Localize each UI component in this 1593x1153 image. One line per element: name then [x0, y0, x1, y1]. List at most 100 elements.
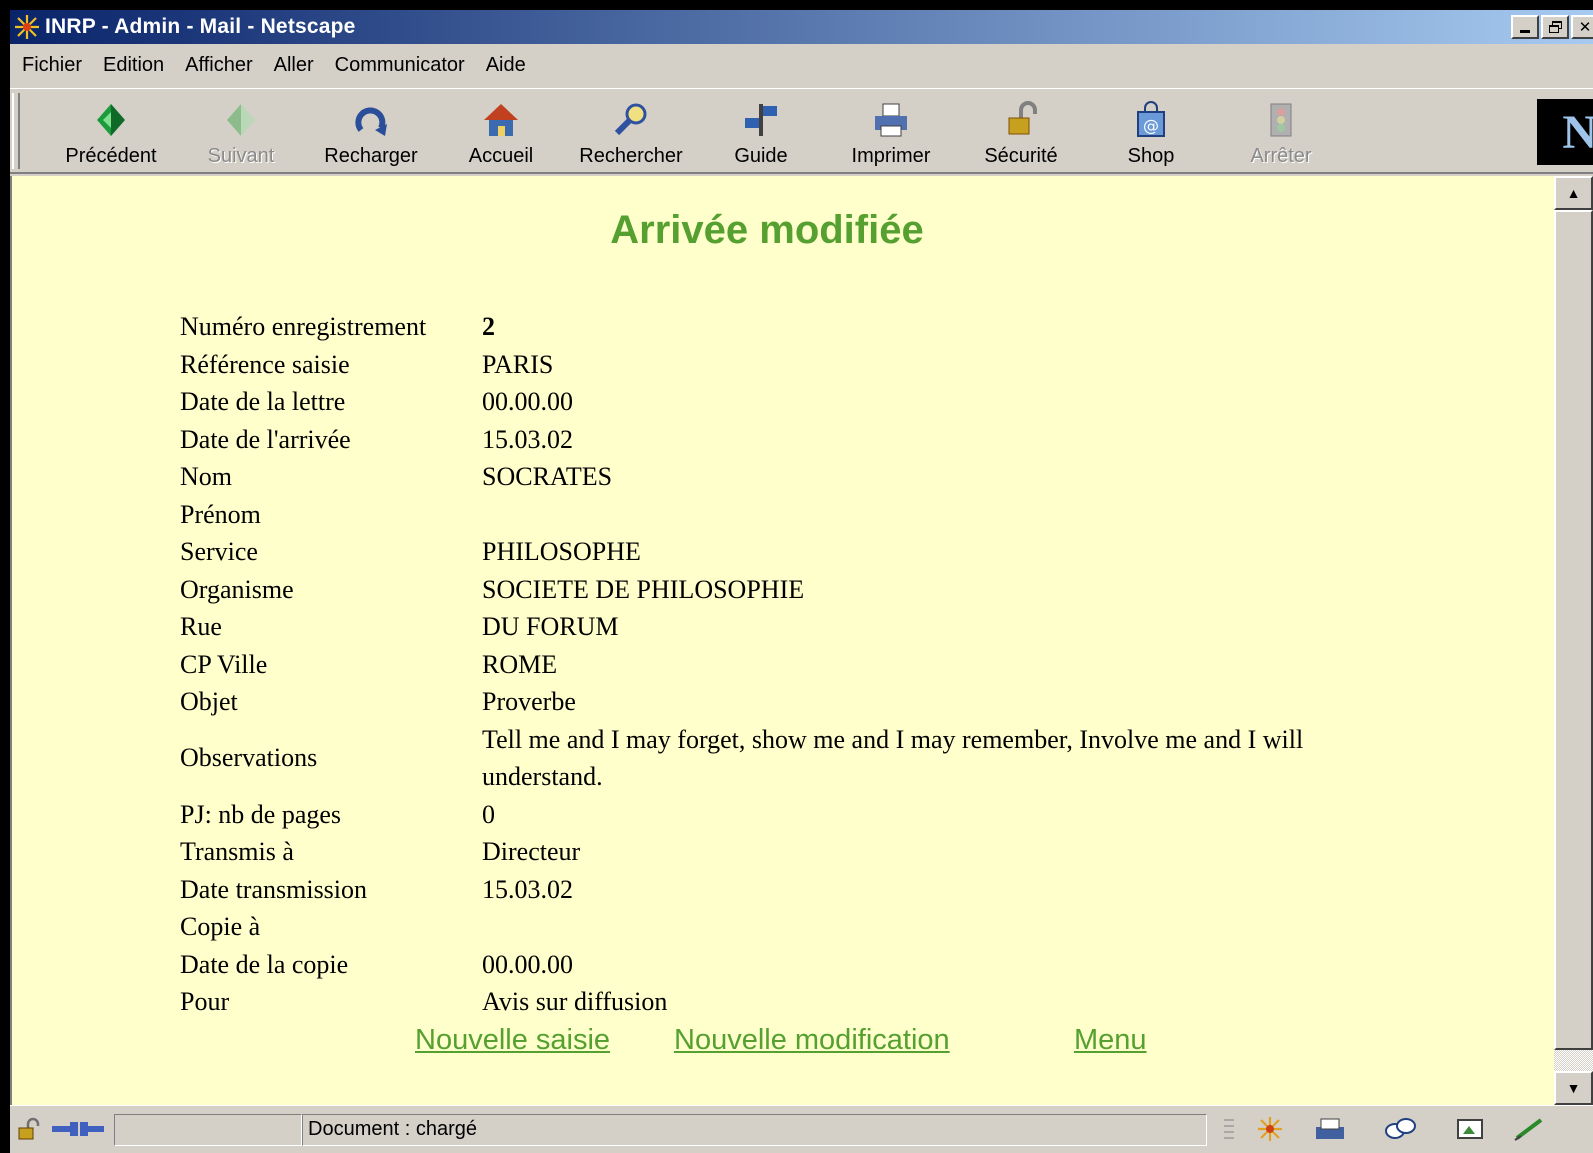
scroll-down-button[interactable]: ▼ — [1554, 1071, 1593, 1105]
new-entry-link[interactable]: Nouvelle saisie — [415, 1024, 610, 1057]
security-lock-icon — [1000, 99, 1042, 141]
field-label: Observations — [180, 743, 318, 773]
guide-button[interactable]: Guide — [696, 99, 826, 171]
field-label: Référence saisie — [180, 349, 350, 379]
home-button[interactable]: Accueil — [436, 99, 566, 171]
field-value: DU FORUM — [482, 612, 619, 641]
field-value: Tell me and I may forget, show me and I … — [482, 724, 1304, 792]
security-button[interactable]: Sécurité — [956, 99, 1086, 171]
table-row: Rue DU FORUM — [180, 608, 1380, 646]
close-button[interactable]: ✕ — [1571, 15, 1593, 39]
field-value: SOCIETE DE PHILOSOPHIE — [482, 574, 805, 604]
table-row: Transmis à Directeur — [180, 833, 1380, 871]
menu-edition[interactable]: Edition — [94, 54, 176, 77]
scroll-down-icon: ▼ — [1566, 1080, 1581, 1096]
mailbox-component-icon[interactable] — [1310, 1114, 1350, 1144]
pen-edit-icon[interactable] — [1510, 1114, 1550, 1144]
scroll-thumb[interactable] — [1554, 210, 1593, 1050]
new-modification-link[interactable]: Nouvelle modification — [674, 1024, 950, 1057]
table-row: Date transmission 15.03.02 — [180, 871, 1380, 909]
field-label: Nom — [180, 462, 232, 491]
minimize-icon — [1520, 29, 1530, 33]
print-button[interactable]: Imprimer — [826, 99, 956, 171]
shop-bag-icon: @ — [1130, 99, 1172, 141]
composer-component-icon[interactable] — [1450, 1114, 1490, 1144]
table-row: Observations Tell me and I may forget, sh… — [180, 721, 1380, 796]
table-row: Numéro enregistrement 2 — [180, 308, 1380, 346]
back-button[interactable]: Précédent — [46, 99, 176, 171]
field-label: Transmis à — [180, 837, 294, 866]
guide-icon — [740, 99, 782, 141]
field-label: Date de l'arrivée — [180, 424, 351, 454]
field-value: 15.03.02 — [482, 874, 573, 904]
field-label: Objet — [180, 687, 238, 716]
svg-text:@: @ — [1143, 116, 1159, 135]
window-title: INRP - Admin - Mail - Netscape — [45, 15, 356, 38]
reload-button[interactable]: Recharger — [306, 99, 436, 171]
stop-icon — [1260, 99, 1302, 141]
field-value: Avis sur diffusion — [482, 987, 668, 1016]
field-label: Rue — [180, 612, 222, 641]
field-label: PJ: nb de pages — [180, 799, 342, 829]
menu-aller[interactable]: Aller — [265, 54, 326, 77]
scroll-up-button[interactable]: ▲ — [1554, 176, 1593, 210]
netscape-app-icon — [13, 13, 41, 41]
menu-fichier[interactable]: Fichier — [13, 54, 94, 77]
discussion-groups-icon[interactable] — [1380, 1114, 1420, 1144]
table-row: Service PHILOSOPHE — [180, 533, 1380, 571]
page-title: Arrivée modifiée — [610, 208, 924, 252]
record-table: Numéro enregistrement 2 Référence saisie P… — [180, 308, 1380, 1021]
menu-afficher[interactable]: Afficher — [176, 54, 264, 77]
status-text: Document : chargé — [308, 1117, 477, 1140]
field-value: 00.00.00 — [482, 387, 573, 416]
field-label: CP Ville — [180, 649, 268, 679]
resize-grip-icon — [1216, 1114, 1242, 1144]
search-icon — [610, 99, 652, 141]
menu-communicator[interactable]: Communicator — [326, 54, 477, 77]
shop-button[interactable]: @ Shop — [1086, 99, 1216, 171]
toolbar-grip-handle[interactable] — [12, 93, 20, 169]
table-row: Nom SOCRATES — [180, 458, 1380, 496]
field-label: Prénom — [180, 499, 261, 529]
table-row: Objet Proverbe — [180, 683, 1380, 721]
field-label: Date de la copie — [180, 949, 349, 979]
scroll-up-icon: ▲ — [1566, 185, 1581, 201]
restore-button[interactable] — [1541, 15, 1569, 39]
field-label: Numéro enregistrement — [180, 312, 427, 341]
search-button[interactable]: Rechercher — [566, 99, 696, 171]
forward-button[interactable]: Suivant — [176, 99, 306, 171]
navigator-component-icon[interactable] — [1250, 1114, 1290, 1144]
reload-icon — [350, 99, 392, 141]
field-value: PHILOSOPHE — [482, 537, 641, 566]
table-row: Date de la lettre 00.00.00 — [180, 383, 1380, 421]
printer-icon — [870, 99, 912, 141]
table-row: Prénom — [180, 496, 1380, 534]
menu-link[interactable]: Menu — [1074, 1024, 1147, 1057]
field-value: 0 — [482, 799, 495, 829]
field-value: 15.03.02 — [482, 424, 573, 454]
field-label: Copie à — [180, 912, 261, 941]
minimize-button[interactable] — [1511, 15, 1539, 39]
field-value: PARIS — [482, 349, 554, 379]
security-lock-icon[interactable] — [12, 1114, 44, 1144]
table-row: Référence saisie PARIS — [180, 346, 1380, 384]
field-value — [482, 908, 1380, 946]
table-row: CP Ville ROME — [180, 646, 1380, 684]
vertical-scrollbar[interactable]: ▲ ▼ — [1554, 176, 1593, 1105]
netscape-logo[interactable]: N — [1537, 99, 1593, 165]
page-content: Arrivée modifiée Numéro enregistrement 2 … — [10, 176, 1554, 1105]
field-value: ROME — [482, 649, 558, 679]
field-value: SOCRATES — [482, 462, 613, 491]
online-connection-icon[interactable] — [48, 1114, 108, 1144]
table-row: Date de l'arrivée 15.03.02 — [180, 421, 1380, 459]
field-value: Proverbe — [482, 687, 576, 716]
restore-icon — [1548, 21, 1562, 33]
menu-bar: Fichier Edition Afficher Aller Communica… — [10, 46, 1593, 84]
menu-aide[interactable]: Aide — [477, 54, 538, 77]
back-arrow-icon — [90, 99, 132, 141]
field-label: Service — [180, 537, 258, 566]
forward-arrow-icon — [220, 99, 262, 141]
field-value: 00.00.00 — [482, 949, 573, 979]
field-label: Organisme — [180, 574, 294, 604]
stop-button[interactable]: Arrêter — [1216, 99, 1346, 171]
